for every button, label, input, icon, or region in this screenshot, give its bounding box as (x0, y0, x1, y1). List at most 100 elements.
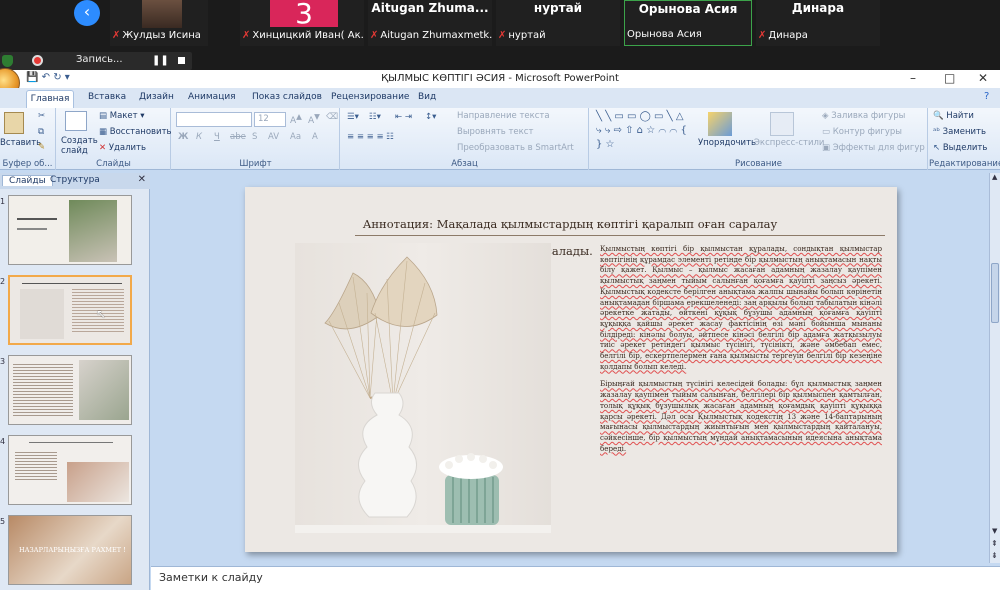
back-arrow-icon[interactable]: ‹ (74, 0, 100, 26)
prev-slide-icon[interactable]: ⇞ (991, 539, 998, 548)
thumb-image (79, 360, 129, 420)
tab-slideshow[interactable]: Показ слайдов (252, 92, 322, 102)
paste-icon[interactable] (4, 112, 24, 134)
shapes-gallery[interactable]: ╲ ╲ ▭ ▭ ◯ ▭ ╲ △ ⤷ ⤷ ⇨ ⇧ ⌂ ☆ ⌒ ⌒ { } ☆ (596, 110, 688, 152)
notes-area[interactable]: Заметки к слайду (151, 566, 1000, 590)
vertical-scrollbar[interactable]: ▲ ▼ ⇞ ⇟ (989, 173, 1000, 563)
body-paragraph-2[interactable]: Бірыңғай қылмыстың түсінігі келесідей бо… (600, 379, 882, 454)
close-icon[interactable]: ✕ (138, 174, 146, 185)
layout-button[interactable]: ▤ Макет ▾ (99, 111, 145, 121)
slide-thumbnail-1[interactable] (8, 195, 132, 265)
help-icon[interactable]: ? (984, 91, 989, 102)
smartart-button[interactable]: Преобразовать в SmartArt (457, 143, 574, 153)
copy-icon[interactable]: ⧉ (38, 127, 44, 137)
slide-thumbnail-2-selected[interactable]: ↖ (8, 275, 132, 345)
thumb-text (13, 364, 73, 418)
pause-icon[interactable]: ❚❚ (152, 55, 169, 66)
line-spacing-icon[interactable]: ↕▾ (425, 112, 436, 122)
text-direction-button[interactable]: Направление текста (457, 111, 550, 121)
select-button[interactable]: ↖ Выделить (933, 143, 987, 153)
numbering-icon[interactable]: ☷▾ (369, 112, 381, 122)
tab-review[interactable]: Рецензирование (331, 92, 409, 102)
clear-format-icon[interactable]: ⌫ (326, 112, 338, 122)
shrink-font-icon[interactable]: A▼ (308, 112, 320, 126)
align-icons[interactable]: ≡ ≡ ≡ ≡ ☷ (347, 132, 394, 142)
close-button[interactable]: ✕ (978, 71, 988, 85)
avatar: 3 (270, 0, 338, 28)
thumb-line (22, 283, 122, 284)
replace-button[interactable]: ᵃᵇ Заменить (933, 127, 986, 137)
minimize-button[interactable]: – (910, 71, 916, 85)
tab-view[interactable]: Вид (418, 92, 436, 102)
reset-button[interactable]: ▦ Восстановить (99, 127, 172, 137)
ribbon: Вставить ✂ ⧉ ✎ Буфер об... Создать слайд… (0, 108, 1000, 170)
participant-name: ✗ Хинцицкий Иван( Ак... (242, 30, 364, 41)
slide-canvas[interactable]: Аннотация: Мақалада қылмыстардың көптігі… (245, 187, 897, 552)
participant-big-name: нуртай (533, 1, 583, 15)
slide-editor: Аннотация: Мақалада қылмыстардың көптігі… (151, 173, 989, 563)
maximize-button[interactable]: □ (944, 71, 955, 85)
tab-home[interactable]: Главная (26, 90, 74, 108)
font-size-field[interactable]: 12 (254, 112, 286, 127)
participant-tile-4[interactable]: нуртай ✗ нуртай (496, 0, 620, 46)
participant-tile-1[interactable]: ✗ Жулдыз Исина (110, 0, 208, 46)
font-name-field[interactable] (176, 112, 252, 127)
ribbon-tabs: Главная Вставка Дизайн Анимация Показ сл… (0, 88, 1000, 108)
tab-outline[interactable]: Структура (50, 175, 100, 185)
scrollbar-thumb[interactable] (991, 263, 999, 323)
tab-slides[interactable]: Слайды (2, 175, 53, 186)
font-color-button[interactable]: A (312, 132, 318, 142)
indent-icon[interactable]: ⇤ ⇥ (395, 112, 412, 122)
change-case-button[interactable]: Aa (290, 132, 301, 142)
vase-photo[interactable] (295, 243, 551, 533)
stop-icon[interactable] (178, 57, 185, 64)
format-painter-icon[interactable]: ✎ (38, 142, 45, 152)
scroll-down-icon[interactable]: ▼ (992, 527, 997, 535)
strikethrough-button[interactable]: abe (230, 132, 246, 142)
mic-muted-icon: ✗ (758, 30, 767, 41)
participant-tile-6[interactable]: Динара ✗ Динара (756, 0, 880, 46)
tab-animation[interactable]: Анимация (188, 92, 236, 102)
bold-button[interactable]: Ж (178, 132, 188, 142)
tab-insert[interactable]: Вставка (88, 92, 126, 102)
slide-title[interactable]: Аннотация: Мақалада қылмыстардың көптігі… (360, 217, 780, 231)
scroll-up-icon[interactable]: ▲ (992, 173, 997, 181)
delete-slide-button[interactable]: ✕ Удалить (99, 143, 146, 153)
group-drawing: ╲ ╲ ▭ ▭ ◯ ▭ ╲ △ ⤷ ⤷ ⇨ ⇧ ⌂ ☆ ⌒ ⌒ { } ☆ Уп… (590, 108, 928, 170)
slide-thumbnail-4[interactable] (8, 435, 132, 505)
bullets-icon[interactable]: ☰▾ (347, 112, 359, 122)
body-paragraph-1[interactable]: Қылмыстың көптігі бір қылмыстан құралады… (600, 244, 882, 372)
shadow-button[interactable]: S (252, 132, 257, 142)
paste-button[interactable]: Вставить (0, 138, 41, 148)
group-slides: Создать слайд ▤ Макет ▾ ▦ Восстановить ✕… (57, 108, 172, 170)
slide-number: 2 (0, 277, 6, 286)
tab-design[interactable]: Дизайн (139, 92, 174, 102)
quick-styles-button[interactable]: Экспресс-стили (754, 138, 824, 148)
find-button[interactable]: 🔍 Найти (933, 111, 974, 121)
participant-tile-5-active[interactable]: Орынова Асия Орынова Асия (624, 0, 752, 46)
new-slide-icon[interactable] (65, 111, 87, 131)
shape-effects-button[interactable]: ▣ Эффекты для фигур (822, 143, 925, 153)
slides-pane: Слайды Структура ✕ 1 2 ↖ 3 4 5 НАЗАРЛАРЫ… (0, 173, 150, 590)
new-slide-button[interactable]: Создать слайд (61, 136, 98, 156)
quick-styles-icon[interactable] (770, 112, 794, 136)
shape-fill-button[interactable]: ◈ Заливка фигуры (822, 111, 905, 121)
underline-button[interactable]: Ч (214, 132, 220, 142)
participant-tile-3[interactable]: Aitugan Zhuma... ✗ Aitugan Zhumaxmetk... (368, 0, 492, 46)
slide-thumbnail-5[interactable]: НАЗАРЛАРЫҢЫЗҒА РАХМЕТ ! (8, 515, 132, 585)
cut-icon[interactable]: ✂ (38, 111, 45, 121)
arrange-button[interactable]: Упорядочить (698, 138, 756, 148)
grow-font-icon[interactable]: A▲ (290, 112, 302, 126)
italic-button[interactable]: К (196, 132, 202, 142)
spacing-button[interactable]: AV (268, 132, 279, 142)
align-text-button[interactable]: Выровнять текст (457, 127, 533, 137)
notes-placeholder: Заметки к слайду (159, 571, 263, 584)
arrange-icon[interactable] (708, 112, 732, 136)
shape-outline-button[interactable]: ▭ Контур фигуры (822, 127, 902, 137)
slide-body-text[interactable]: Қылмыстың көптігі бір қылмыстан құралады… (600, 244, 882, 461)
next-slide-icon[interactable]: ⇟ (991, 551, 998, 560)
participant-tile-2[interactable]: 3 ✗ Хинцицкий Иван( Ак... (240, 0, 364, 46)
group-label: Редактирование (929, 159, 1000, 169)
slide-number: 3 (0, 357, 6, 366)
slide-thumbnail-3[interactable] (8, 355, 132, 425)
